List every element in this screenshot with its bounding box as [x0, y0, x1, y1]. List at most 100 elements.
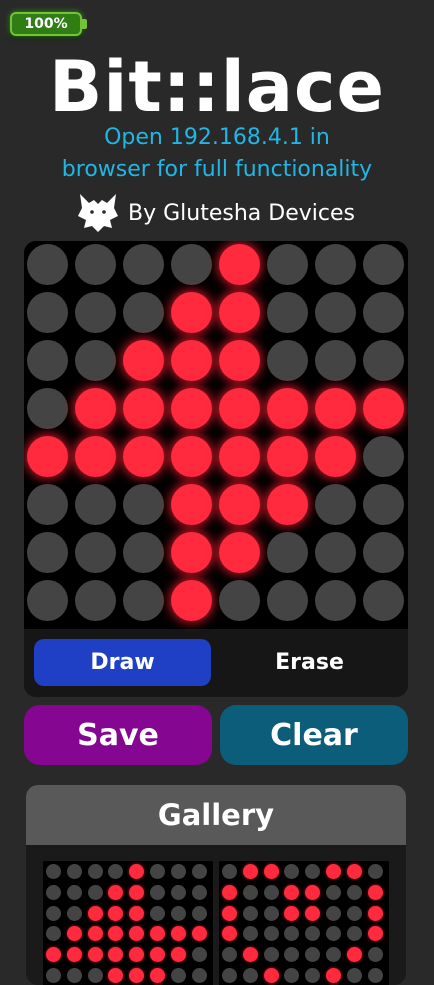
led-cell[interactable]	[219, 436, 260, 477]
thumb-led	[170, 968, 186, 983]
led-cell[interactable]	[315, 292, 356, 333]
led-cell[interactable]	[171, 532, 212, 573]
led-cell[interactable]	[171, 436, 212, 477]
led-matrix[interactable]	[24, 241, 408, 629]
thumb-led	[108, 926, 124, 942]
led-cell[interactable]	[75, 388, 116, 429]
led-cell[interactable]	[171, 340, 212, 381]
thumb-led	[87, 968, 103, 983]
led-cell[interactable]	[315, 340, 356, 381]
led-cell[interactable]	[363, 340, 404, 381]
led-cell[interactable]	[363, 532, 404, 573]
led-cell[interactable]	[27, 532, 68, 573]
thumb-led	[170, 905, 186, 921]
led-cell[interactable]	[363, 292, 404, 333]
led-cell[interactable]	[315, 580, 356, 621]
led-cell[interactable]	[27, 340, 68, 381]
erase-mode-button[interactable]: Erase	[221, 639, 398, 686]
thumb-led	[46, 968, 61, 983]
led-cell[interactable]	[267, 340, 308, 381]
led-cell[interactable]	[267, 580, 308, 621]
led-cell[interactable]	[123, 532, 164, 573]
led-cell[interactable]	[171, 484, 212, 525]
thumb-led	[66, 864, 82, 879]
led-cell[interactable]	[27, 436, 68, 477]
led-cell[interactable]	[171, 580, 212, 621]
led-cell[interactable]	[123, 388, 164, 429]
gallery-item[interactable]	[219, 861, 389, 985]
thumb-led	[222, 926, 237, 942]
connection-hint: Open 192.168.4.1 in browser for full fun…	[0, 122, 434, 186]
thumb-led	[66, 947, 82, 963]
led-cell[interactable]	[219, 244, 260, 285]
led-cell[interactable]	[219, 340, 260, 381]
led-cell[interactable]	[219, 532, 260, 573]
thumb-led	[129, 947, 145, 963]
thumb-led	[326, 864, 341, 879]
led-cell[interactable]	[363, 244, 404, 285]
thumb-led	[129, 905, 145, 921]
led-cell[interactable]	[75, 292, 116, 333]
led-cell[interactable]	[363, 580, 404, 621]
led-cell[interactable]	[171, 244, 212, 285]
draw-mode-button[interactable]: Draw	[34, 639, 211, 686]
led-cell[interactable]	[75, 580, 116, 621]
thumb-led	[46, 884, 61, 900]
led-cell[interactable]	[267, 244, 308, 285]
led-cell[interactable]	[171, 292, 212, 333]
led-cell[interactable]	[27, 484, 68, 525]
clear-button[interactable]: Clear	[220, 705, 408, 765]
led-cell[interactable]	[267, 436, 308, 477]
led-cell[interactable]	[27, 580, 68, 621]
led-cell[interactable]	[219, 388, 260, 429]
thumb-led	[326, 884, 341, 900]
led-cell[interactable]	[363, 484, 404, 525]
led-cell[interactable]	[363, 388, 404, 429]
led-cell[interactable]	[123, 436, 164, 477]
led-cell[interactable]	[315, 244, 356, 285]
led-cell[interactable]	[75, 340, 116, 381]
thumb-led	[46, 905, 61, 921]
thumb-led	[346, 926, 362, 942]
thumb-led	[222, 884, 237, 900]
led-cell[interactable]	[75, 244, 116, 285]
led-cell[interactable]	[219, 484, 260, 525]
led-cell[interactable]	[171, 388, 212, 429]
thumb-led	[46, 864, 61, 879]
led-cell[interactable]	[267, 292, 308, 333]
thumb-led	[305, 968, 321, 983]
led-cell[interactable]	[219, 580, 260, 621]
led-cell[interactable]	[123, 484, 164, 525]
led-cell[interactable]	[123, 340, 164, 381]
led-cell[interactable]	[219, 292, 260, 333]
led-cell[interactable]	[315, 388, 356, 429]
led-cell[interactable]	[75, 436, 116, 477]
thumb-led	[263, 905, 279, 921]
thumb-led	[242, 926, 258, 942]
led-cell[interactable]	[75, 532, 116, 573]
save-button[interactable]: Save	[24, 705, 212, 765]
led-cell[interactable]	[363, 436, 404, 477]
led-cell[interactable]	[267, 388, 308, 429]
led-cell[interactable]	[27, 292, 68, 333]
thumb-led	[150, 926, 165, 942]
led-cell[interactable]	[267, 484, 308, 525]
thumb-led	[222, 864, 237, 879]
led-cell[interactable]	[27, 388, 68, 429]
led-cell[interactable]	[315, 436, 356, 477]
gallery-item[interactable]	[43, 861, 213, 985]
led-cell[interactable]	[315, 532, 356, 573]
led-cell[interactable]	[123, 580, 164, 621]
thumb-led	[367, 926, 383, 942]
led-matrix-panel: Draw Erase	[24, 241, 408, 697]
battery-tip	[82, 19, 87, 29]
thumb-led	[150, 968, 165, 983]
thumb-led	[326, 905, 341, 921]
thumb-led	[170, 884, 186, 900]
led-cell[interactable]	[315, 484, 356, 525]
led-cell[interactable]	[267, 532, 308, 573]
led-cell[interactable]	[27, 244, 68, 285]
led-cell[interactable]	[75, 484, 116, 525]
led-cell[interactable]	[123, 292, 164, 333]
led-cell[interactable]	[123, 244, 164, 285]
